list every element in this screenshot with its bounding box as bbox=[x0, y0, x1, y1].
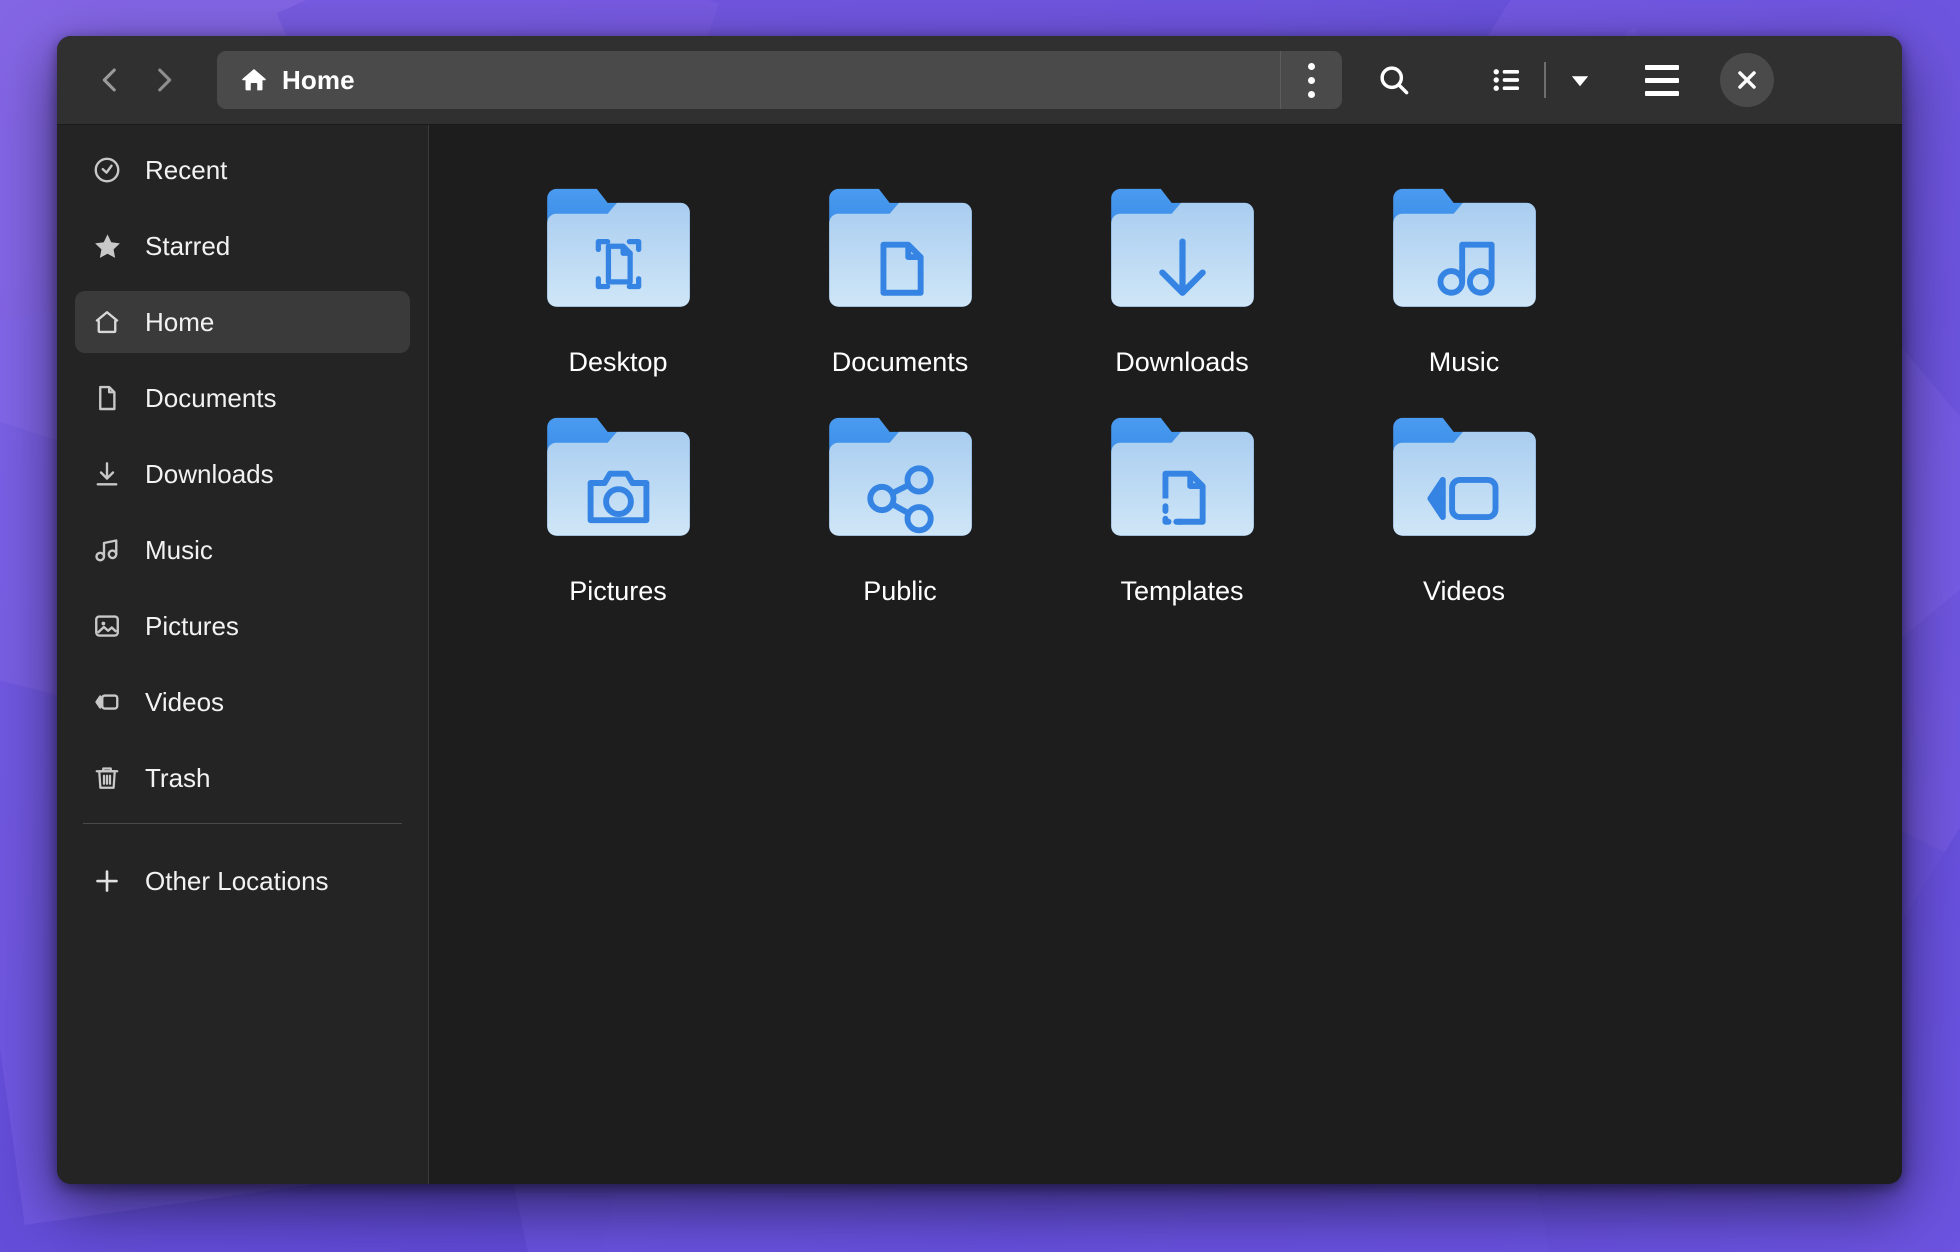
path-options-button[interactable] bbox=[1280, 51, 1342, 109]
sidebar-item-recent[interactable]: Recent bbox=[75, 139, 410, 201]
file-item-documents[interactable]: Documents bbox=[759, 171, 1041, 400]
file-item-public[interactable]: Public bbox=[759, 400, 1041, 629]
file-item-label: Desktop bbox=[568, 347, 667, 378]
sidebar-item-pictures[interactable]: Pictures bbox=[75, 595, 410, 657]
sidebar-item-label: Starred bbox=[145, 231, 230, 262]
breadcrumb-label: Home bbox=[282, 65, 355, 96]
breadcrumb-home[interactable]: Home bbox=[217, 51, 1280, 109]
file-item-templates[interactable]: Templates bbox=[1041, 400, 1323, 629]
file-item-music[interactable]: Music bbox=[1323, 171, 1605, 400]
file-item-label: Music bbox=[1429, 347, 1500, 378]
sidebar-item-videos[interactable]: Videos bbox=[75, 671, 410, 733]
sidebar-item-label: Home bbox=[145, 307, 214, 338]
close-icon bbox=[1734, 67, 1760, 93]
sidebar-item-label: Other Locations bbox=[145, 866, 329, 897]
search-icon bbox=[1376, 62, 1412, 98]
file-grid-area[interactable]: Desktop Documents bbox=[429, 125, 1902, 1184]
folder-downloads-icon bbox=[1105, 179, 1260, 329]
sidebar-item-label: Documents bbox=[145, 383, 277, 414]
file-item-label: Videos bbox=[1423, 576, 1505, 607]
folder-templates-icon bbox=[1105, 408, 1260, 558]
sidebar-item-music[interactable]: Music bbox=[75, 519, 410, 581]
download-icon bbox=[91, 458, 123, 490]
file-item-label: Pictures bbox=[569, 576, 667, 607]
list-view-icon bbox=[1490, 63, 1524, 97]
folder-desktop-icon bbox=[541, 179, 696, 329]
forward-button[interactable] bbox=[137, 53, 191, 107]
view-options-dropdown[interactable] bbox=[1554, 51, 1606, 109]
folder-music-icon bbox=[1387, 179, 1542, 329]
view-group-divider bbox=[1544, 62, 1546, 98]
folder-documents-icon bbox=[823, 179, 978, 329]
trash-icon bbox=[91, 762, 123, 794]
file-item-label: Public bbox=[863, 576, 937, 607]
music-icon bbox=[91, 534, 123, 566]
sidebar-item-documents[interactable]: Documents bbox=[75, 367, 410, 429]
sidebar-divider bbox=[83, 823, 402, 824]
home-icon bbox=[91, 306, 123, 338]
hamburger-icon bbox=[1645, 65, 1679, 96]
main-menu-button[interactable] bbox=[1630, 51, 1694, 109]
close-button[interactable] bbox=[1720, 53, 1774, 107]
view-mode-group bbox=[1478, 51, 1606, 109]
sidebar-item-label: Music bbox=[145, 535, 213, 566]
folder-public-icon bbox=[823, 408, 978, 558]
window-body: Recent Starred Home bbox=[57, 125, 1902, 1184]
file-item-downloads[interactable]: Downloads bbox=[1041, 171, 1323, 400]
file-item-label: Documents bbox=[832, 347, 969, 378]
video-icon bbox=[91, 686, 123, 718]
folder-videos-icon bbox=[1387, 408, 1542, 558]
file-grid: Desktop Documents bbox=[477, 171, 1862, 629]
sidebar-item-trash[interactable]: Trash bbox=[75, 747, 410, 809]
chevron-right-icon bbox=[147, 63, 181, 97]
list-view-button[interactable] bbox=[1478, 51, 1536, 109]
header-bar: Home bbox=[57, 36, 1902, 125]
document-icon bbox=[91, 382, 123, 414]
path-bar: Home bbox=[217, 51, 1342, 109]
sidebar-item-label: Downloads bbox=[145, 459, 274, 490]
sidebar-item-label: Trash bbox=[145, 763, 211, 794]
file-item-label: Templates bbox=[1120, 576, 1243, 607]
sidebar-item-starred[interactable]: Starred bbox=[75, 215, 410, 277]
back-button[interactable] bbox=[83, 53, 137, 107]
sidebar-item-other-locations[interactable]: Other Locations bbox=[75, 850, 410, 912]
sidebar-item-label: Videos bbox=[145, 687, 224, 718]
file-item-pictures[interactable]: Pictures bbox=[477, 400, 759, 629]
file-item-videos[interactable]: Videos bbox=[1323, 400, 1605, 629]
star-icon bbox=[91, 230, 123, 262]
chevron-down-icon bbox=[1565, 65, 1595, 95]
file-item-label: Downloads bbox=[1115, 347, 1249, 378]
sidebar-item-label: Recent bbox=[145, 155, 227, 186]
sidebar-item-label: Pictures bbox=[145, 611, 239, 642]
three-dots-vertical-icon bbox=[1308, 63, 1315, 98]
file-manager-window: Home bbox=[57, 36, 1902, 1184]
image-icon bbox=[91, 610, 123, 642]
clock-icon bbox=[91, 154, 123, 186]
sidebar: Recent Starred Home bbox=[57, 125, 429, 1184]
plus-icon bbox=[91, 865, 123, 897]
home-icon bbox=[239, 65, 269, 95]
search-button[interactable] bbox=[1356, 51, 1432, 109]
folder-pictures-icon bbox=[541, 408, 696, 558]
chevron-left-icon bbox=[93, 63, 127, 97]
sidebar-item-downloads[interactable]: Downloads bbox=[75, 443, 410, 505]
file-item-desktop[interactable]: Desktop bbox=[477, 171, 759, 400]
sidebar-item-home[interactable]: Home bbox=[75, 291, 410, 353]
